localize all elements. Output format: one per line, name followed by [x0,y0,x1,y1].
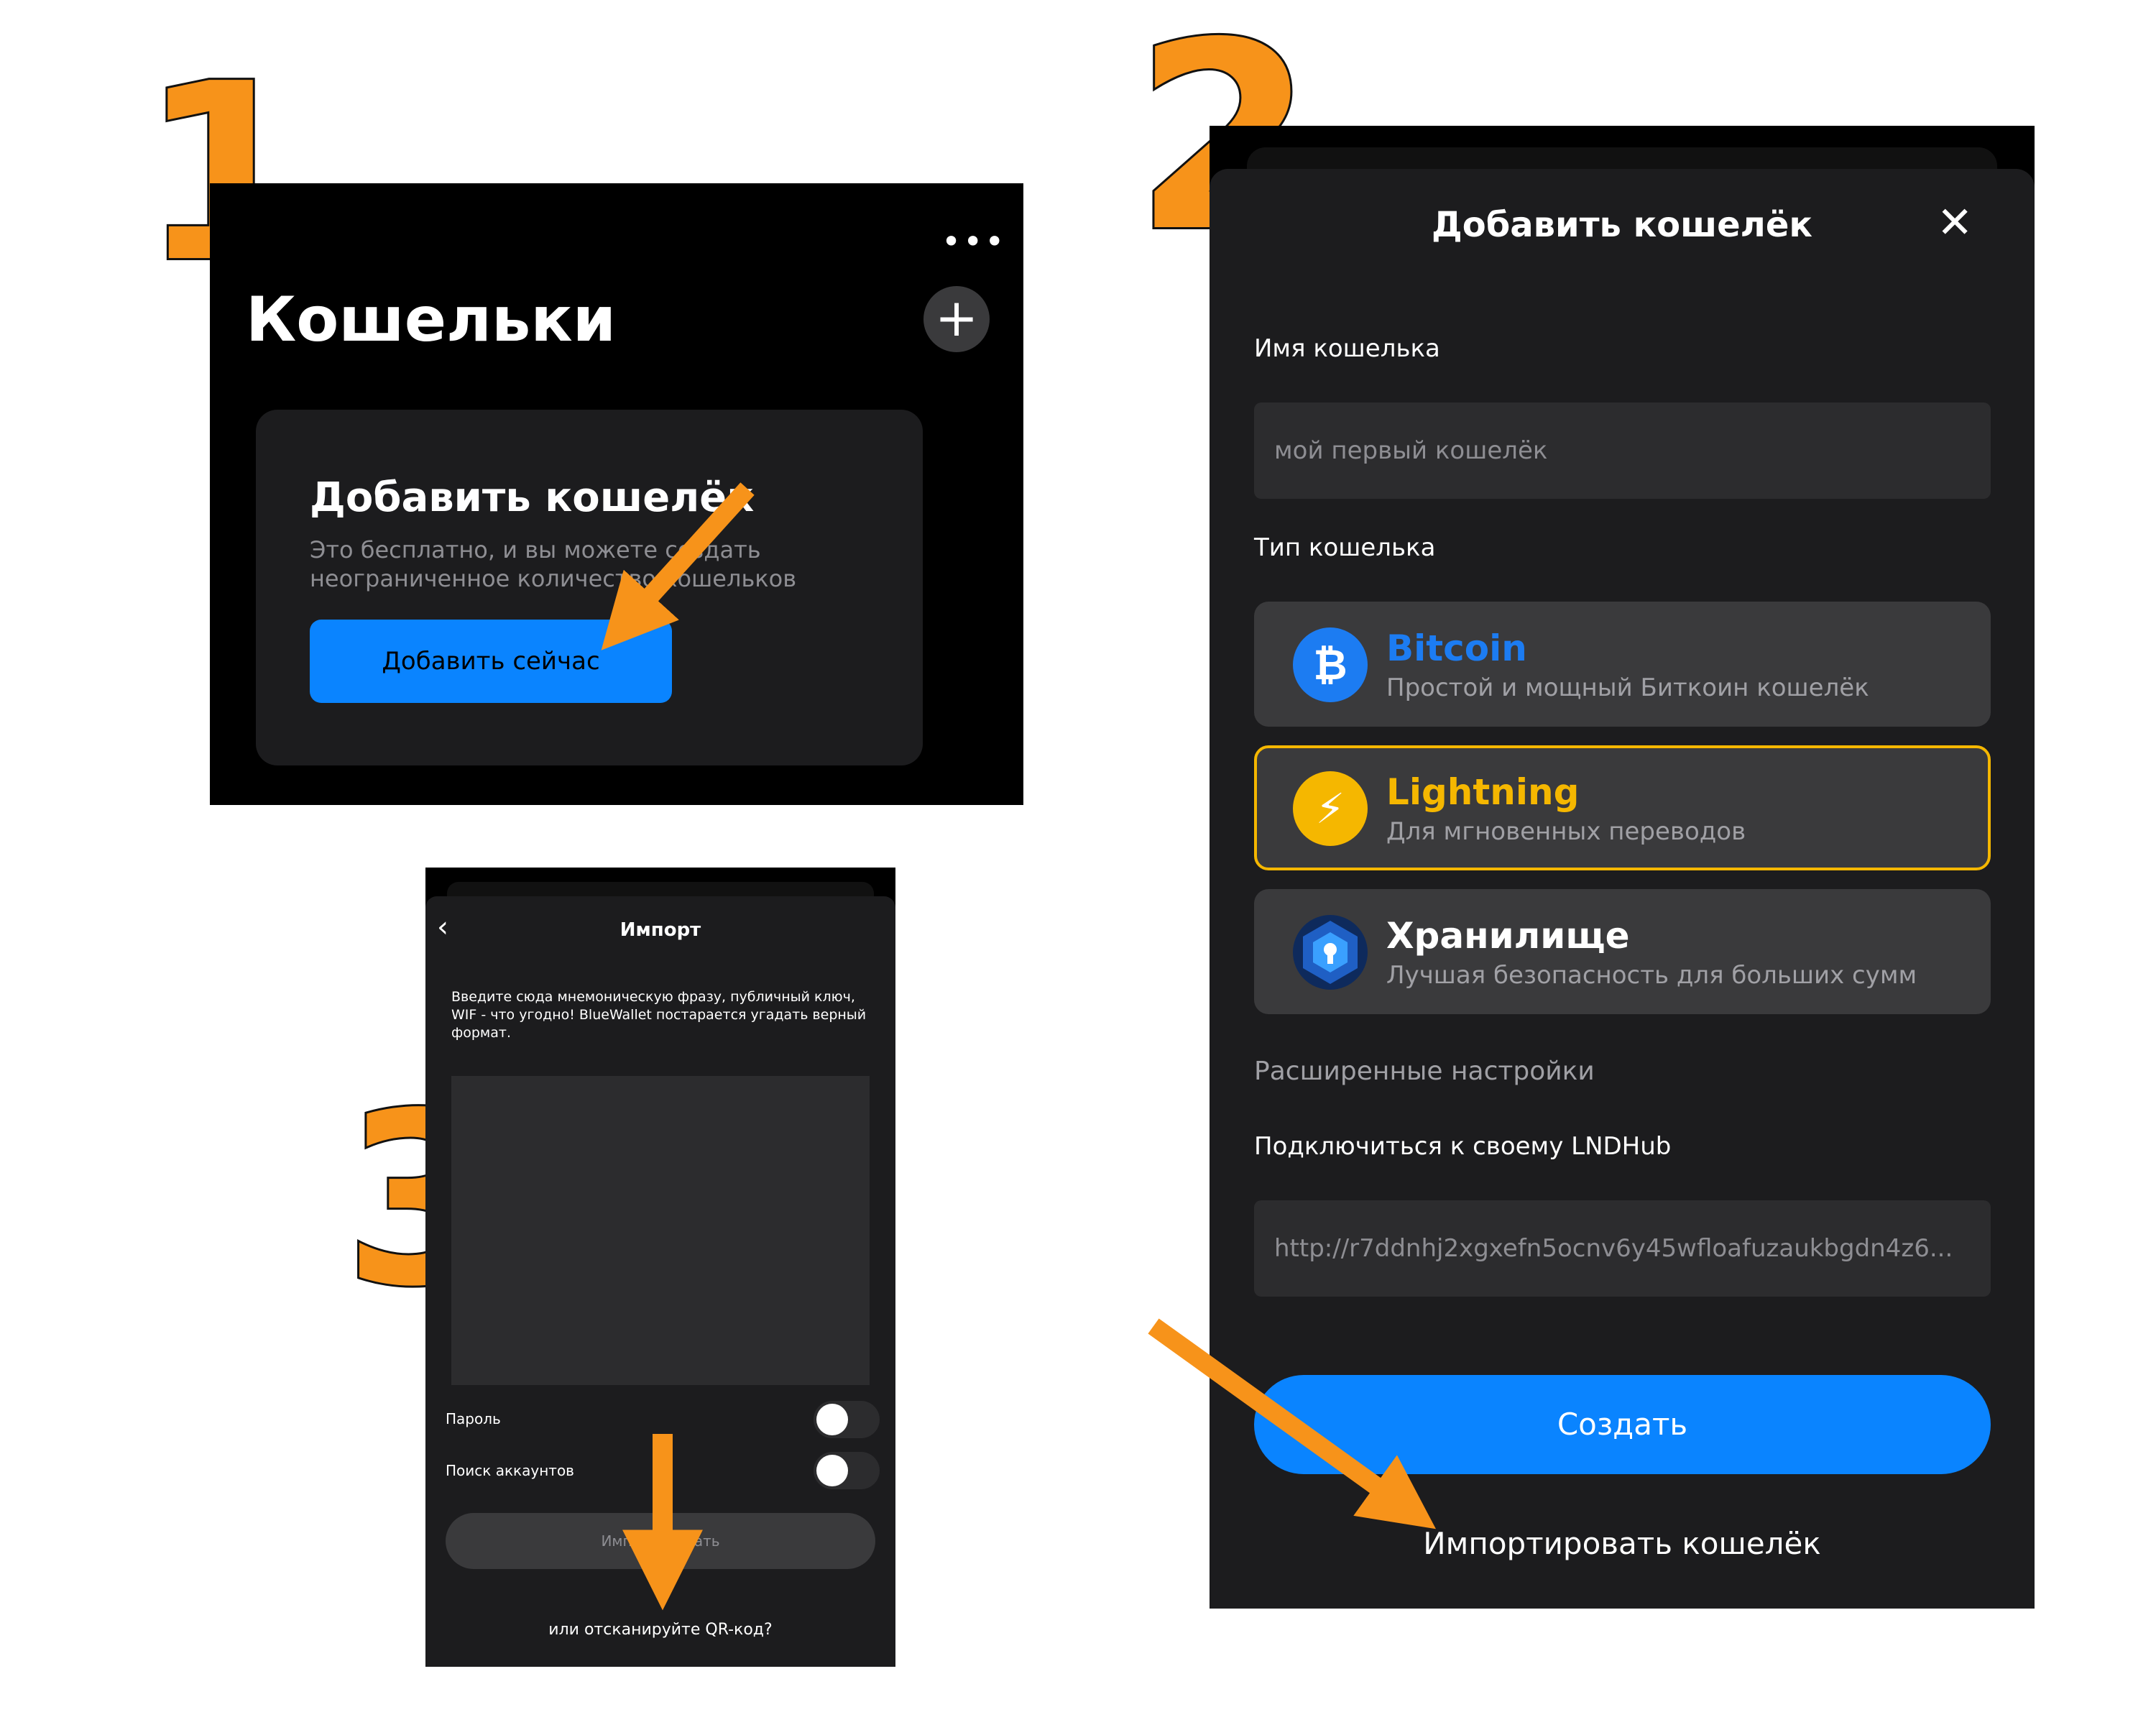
arrow-to-import-wallet [1148,1318,1437,1530]
arrow-to-add-now [601,482,755,650]
annotation-arrows [601,482,1437,1611]
